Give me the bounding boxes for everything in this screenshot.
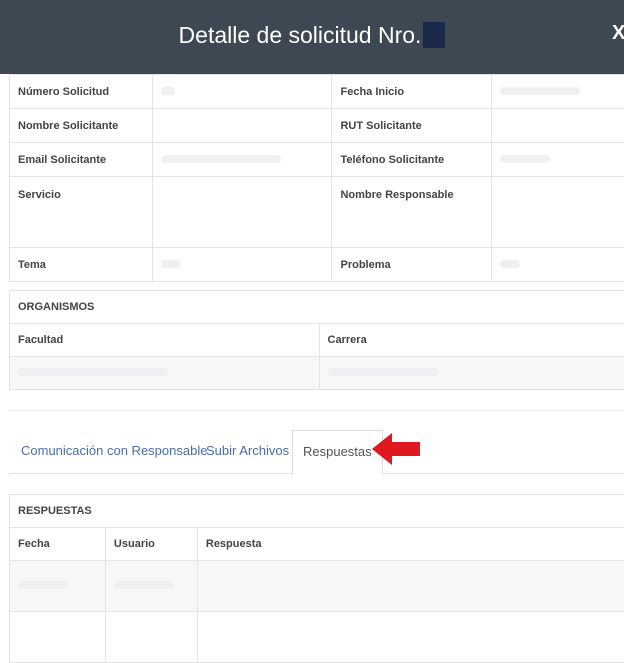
table-row: RESPUESTAS — [10, 495, 624, 528]
table-cell — [10, 561, 106, 612]
field-label: Fecha Inicio — [332, 75, 492, 109]
table-row: Número Solicitud Fecha Inicio — [10, 75, 624, 109]
table-cell — [197, 561, 624, 612]
table-row: Servicio Nombre Responsable — [10, 177, 624, 248]
table-row — [10, 357, 624, 390]
field-label: RUT Solicitante — [332, 109, 492, 143]
table-cell — [197, 612, 624, 663]
field-value — [152, 109, 332, 143]
field-value — [492, 109, 624, 143]
field-value — [152, 177, 332, 248]
table-cell — [105, 612, 197, 663]
organismos-table: ORGANISMOS Facultad Carrera — [9, 290, 624, 390]
table-cell — [10, 357, 320, 390]
field-label: Tema — [10, 248, 153, 282]
table-row — [10, 561, 624, 612]
table-cell — [10, 612, 106, 663]
table-cell — [319, 357, 624, 390]
table-row: ORGANISMOS — [10, 291, 624, 324]
table-row: Email Solicitante Teléfono Solicitante — [10, 143, 624, 177]
field-label: Teléfono Solicitante — [332, 143, 492, 177]
field-label: Email Solicitante — [10, 143, 153, 177]
column-header: Facultad — [10, 324, 320, 357]
respuestas-table: RESPUESTAS Fecha Usuario Respuesta — [9, 494, 624, 663]
field-value — [152, 248, 332, 282]
modal-header: Detalle de solicitud Nro. X — [0, 0, 624, 74]
table-row: Facultad Carrera — [10, 324, 624, 357]
field-value — [492, 177, 624, 248]
close-button[interactable]: X — [612, 22, 624, 45]
field-label: Nombre Solicitante — [10, 109, 153, 143]
table-row: Tema Problema — [10, 248, 624, 282]
table-row: Nombre Solicitante RUT Solicitante — [10, 109, 624, 143]
table-cell — [105, 561, 197, 612]
field-label: Problema — [332, 248, 492, 282]
field-value — [152, 75, 332, 109]
field-label: Número Solicitud — [10, 75, 153, 109]
request-details-table: Número Solicitud Fecha Inicio Nombre Sol… — [9, 74, 624, 282]
field-value — [152, 143, 332, 177]
modal-title-text: Detalle de solicitud Nro. — [179, 22, 422, 48]
field-label: Nombre Responsable — [332, 177, 492, 248]
tab-bar: Comunicación con Responsable Subir Archi… — [9, 410, 624, 474]
tab-subir-archivos[interactable]: Subir Archivos — [206, 430, 289, 472]
section-title: ORGANISMOS — [10, 291, 624, 324]
red-arrow-icon — [370, 431, 422, 467]
field-label: Servicio — [10, 177, 153, 248]
tab-comunicacion[interactable]: Comunicación con Responsable — [21, 430, 207, 472]
table-row: Fecha Usuario Respuesta — [10, 528, 624, 561]
section-title: RESPUESTAS — [10, 495, 624, 528]
column-header: Carrera — [319, 324, 624, 357]
column-header: Fecha — [10, 528, 106, 561]
field-value — [492, 75, 624, 109]
field-value — [492, 248, 624, 282]
redacted-number — [423, 22, 445, 48]
column-header: Usuario — [105, 528, 197, 561]
field-value — [492, 143, 624, 177]
table-row — [10, 612, 624, 663]
modal-title: Detalle de solicitud Nro. — [0, 22, 624, 49]
column-header: Respuesta — [197, 528, 624, 561]
